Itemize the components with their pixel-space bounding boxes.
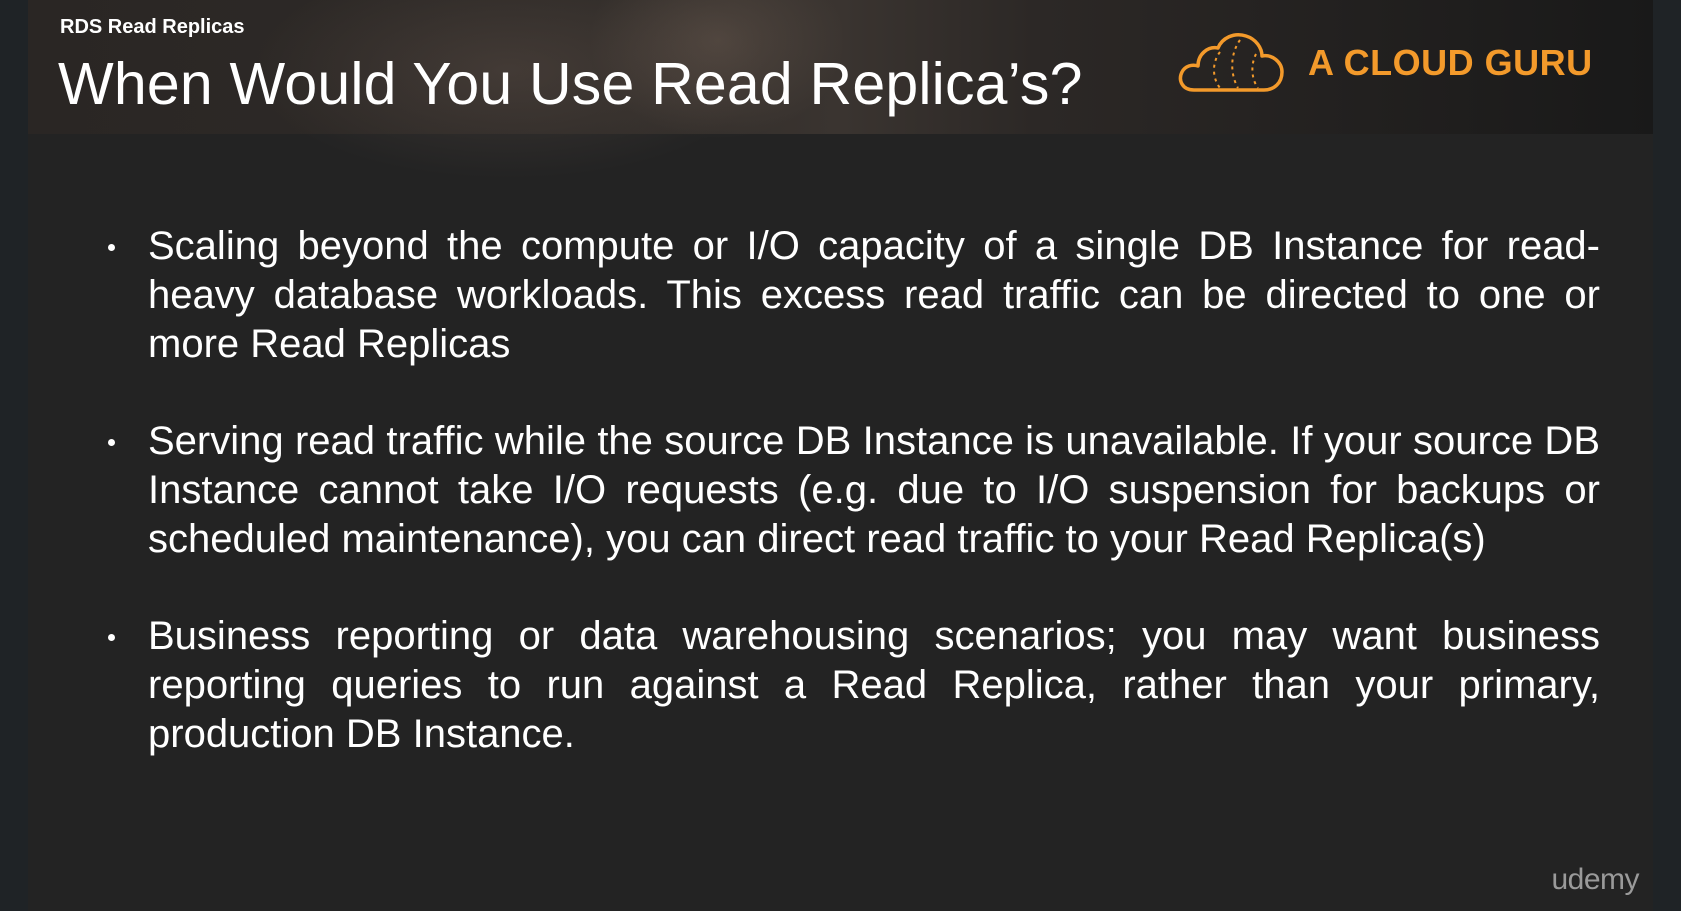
- bullet-dot-icon: [108, 439, 115, 446]
- bullet-dot-icon: [108, 634, 115, 641]
- bullet-text: Serving read traffic while the source DB…: [148, 419, 1600, 561]
- section-label: RDS Read Replicas: [60, 16, 245, 38]
- bullet-item: Serving read traffic while the source DB…: [108, 417, 1600, 564]
- cloud-logo-icon: [1178, 33, 1284, 92]
- slide-header: RDS Read Replicas When Would You Use Rea…: [28, 0, 1653, 180]
- udemy-watermark: udemy: [1551, 863, 1639, 896]
- bullet-dot-icon: [108, 244, 115, 251]
- bullet-text: Business reporting or data warehousing s…: [148, 614, 1600, 756]
- video-frame: RDS Read Replicas When Would You Use Rea…: [0, 0, 1681, 911]
- bullet-item: Scaling beyond the compute or I/O capaci…: [108, 222, 1600, 369]
- bullet-text: Scaling beyond the compute or I/O capaci…: [148, 224, 1600, 366]
- brand-logo: A CLOUD GURU: [1176, 30, 1616, 102]
- bullet-item: Business reporting or data warehousing s…: [108, 612, 1600, 759]
- slide: RDS Read Replicas When Would You Use Rea…: [28, 0, 1653, 911]
- slide-title: When Would You Use Read Replica’s?: [58, 51, 1083, 117]
- bullet-list: Scaling beyond the compute or I/O capaci…: [108, 222, 1600, 759]
- brand-name: A CLOUD GURU: [1308, 42, 1593, 83]
